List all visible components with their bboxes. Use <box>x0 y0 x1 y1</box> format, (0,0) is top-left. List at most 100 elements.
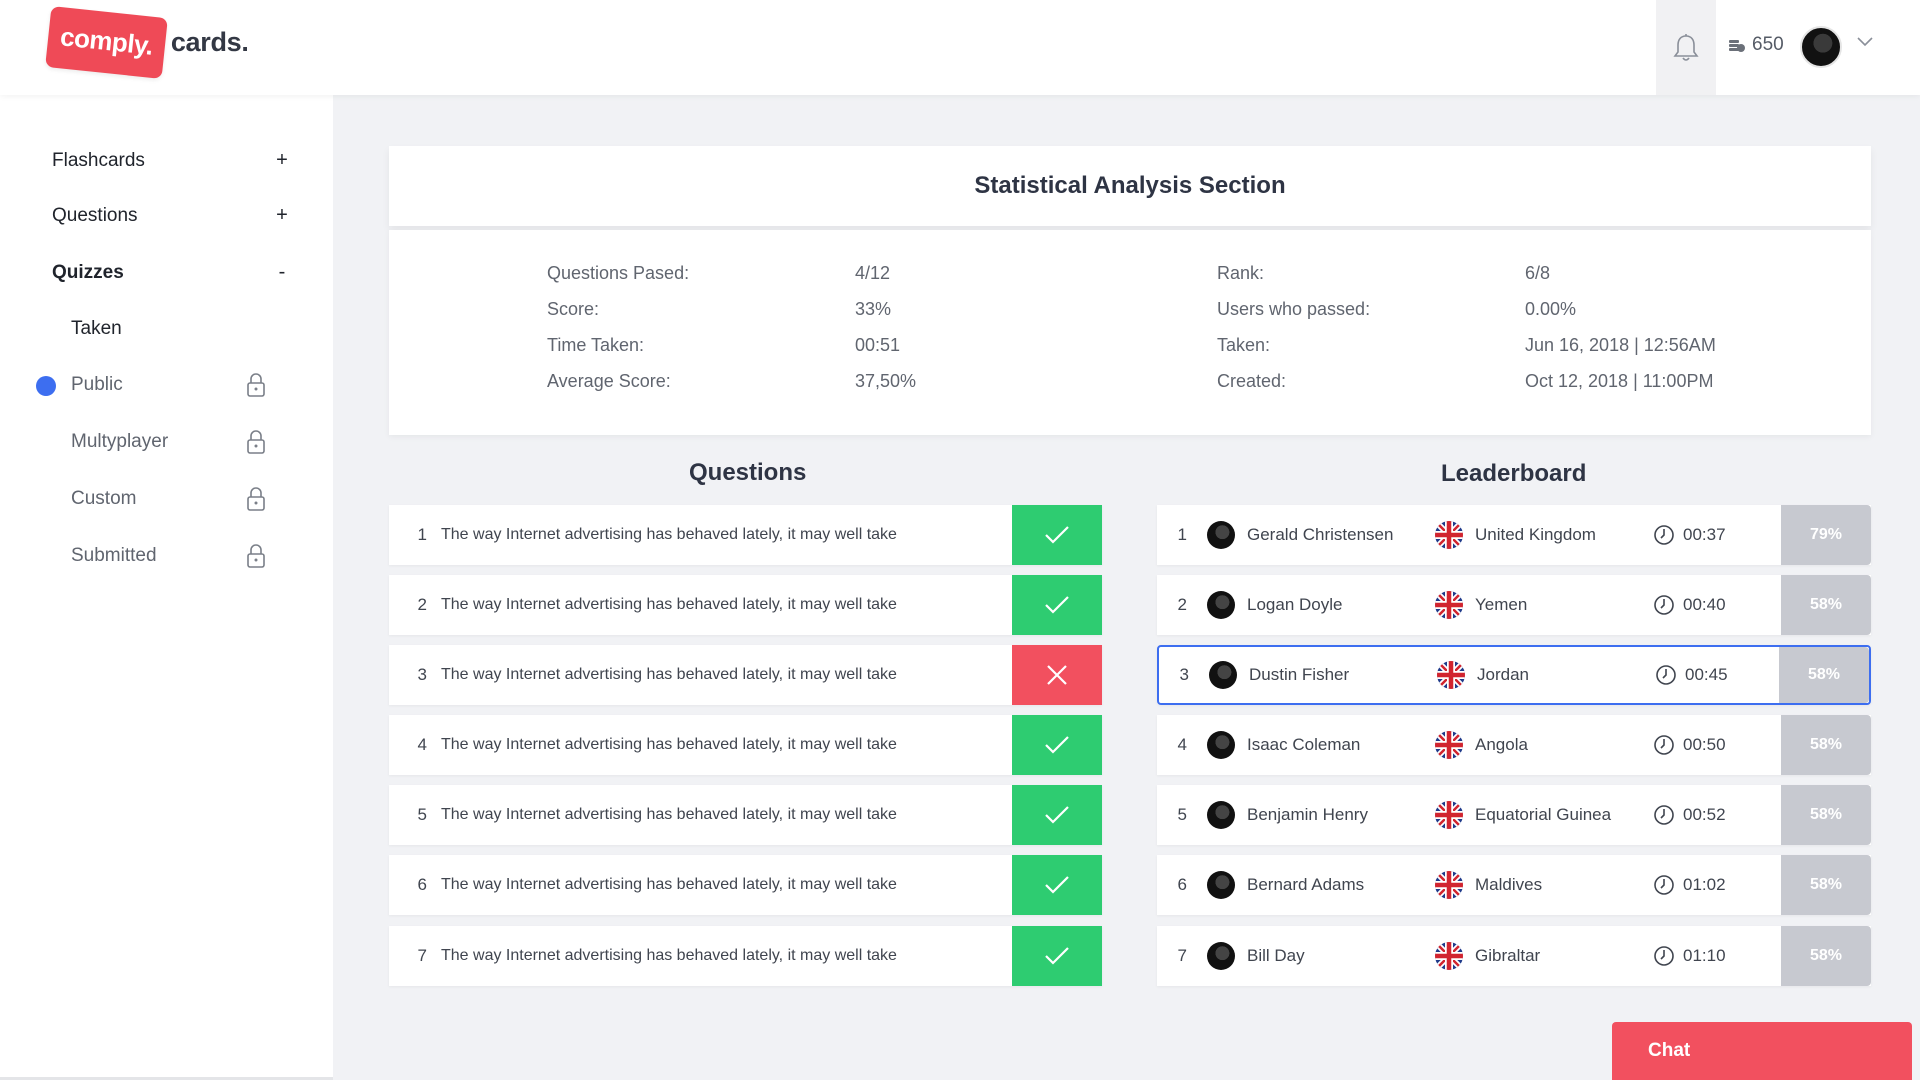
rank-number: 5 <box>1177 805 1187 824</box>
player-name: Isaac Coleman <box>1247 735 1361 754</box>
logo-badge: comply. <box>45 6 168 79</box>
player-time: 00:52 <box>1683 805 1726 824</box>
question-number: 2 <box>417 595 427 614</box>
score-badge: 58% <box>1779 647 1869 703</box>
sidebar-subitem-submitted[interactable]: Submitted <box>71 543 266 569</box>
collapse-toggle[interactable]: - <box>272 261 292 284</box>
incorrect-badge <box>1012 645 1102 705</box>
sidebar-item-flashcards[interactable]: Flashcards + <box>52 149 292 172</box>
check-icon <box>1045 806 1069 824</box>
flag-icon <box>1435 871 1463 899</box>
score-badge: 58% <box>1781 575 1871 635</box>
leaderboard-row[interactable]: 6 Bernard Adams Maldives 01:02 58% <box>1157 855 1871 915</box>
clock-icon <box>1653 945 1675 967</box>
question-text: The way Internet advertising has behaved… <box>441 736 897 753</box>
sidebar-subitem-public[interactable]: Public <box>71 372 266 398</box>
sidebar: Flashcards + Questions + Quizzes - Taken… <box>0 95 333 1080</box>
player-name: Bill Day <box>1247 946 1305 965</box>
sidebar-subitem-label: Multyplayer <box>71 431 169 452</box>
check-icon <box>1045 876 1069 894</box>
flag-icon <box>1435 521 1463 549</box>
question-row[interactable]: 2 The way Internet advertising has behav… <box>389 575 1102 635</box>
stat-label: Time Taken: <box>547 335 645 355</box>
question-row[interactable]: 7 The way Internet advertising has behav… <box>389 926 1102 986</box>
question-text: The way Internet advertising has behaved… <box>441 526 897 543</box>
avatar <box>1207 942 1235 970</box>
stats-panel: Questions Pased: 4/12 Score: 33% Time Ta… <box>389 230 1871 435</box>
clock-icon <box>1653 804 1675 826</box>
player-country: Yemen <box>1475 595 1528 614</box>
sidebar-item-questions[interactable]: Questions + <box>52 204 292 227</box>
stat-value: 00:51 <box>855 335 901 355</box>
check-icon <box>1045 526 1069 544</box>
coin-stack-icon <box>1729 40 1745 52</box>
leaderboard-row[interactable]: 1 Gerald Christensen United Kingdom 00:37 79… <box>1157 505 1871 565</box>
expand-toggle[interactable]: + <box>272 204 292 227</box>
player-time: 00:45 <box>1685 665 1728 684</box>
score-badge: 79% <box>1781 505 1871 565</box>
player-country: United Kingdom <box>1475 525 1596 544</box>
score-badge: 58% <box>1781 715 1871 775</box>
expand-toggle[interactable]: + <box>272 149 292 172</box>
player-name: Bernard Adams <box>1247 875 1365 894</box>
question-text: The way Internet advertising has behaved… <box>441 596 897 613</box>
player-country: Equatorial Guinea <box>1475 805 1612 824</box>
avatar <box>1207 521 1235 549</box>
lock-icon <box>247 544 265 568</box>
chat-button[interactable]: Chat <box>1612 1022 1912 1080</box>
close-icon <box>1047 665 1067 685</box>
player-country: Maldives <box>1475 875 1543 894</box>
sidebar-item-label: Quizzes <box>52 261 124 283</box>
logo[interactable]: comply. cards. <box>45 6 249 79</box>
leaderboard-row[interactable]: 3 Dustin Fisher Jordan 00:45 58% <box>1157 645 1871 705</box>
question-text: The way Internet advertising has behaved… <box>441 806 897 823</box>
lock-icon <box>247 373 265 397</box>
player-time: 01:02 <box>1683 875 1726 894</box>
stat-value: 0.00% <box>1525 299 1577 319</box>
player-country: Angola <box>1475 735 1528 754</box>
score-badge: 58% <box>1781 785 1871 845</box>
avatar <box>1207 801 1235 829</box>
sidebar-subitem-multyplayer[interactable]: Multyplayer <box>71 429 266 455</box>
question-row[interactable]: 3 The way Internet advertising has behav… <box>389 645 1102 705</box>
correct-badge <box>1012 785 1102 845</box>
flag-icon <box>1435 942 1463 970</box>
sidebar-subitem-custom[interactable]: Custom <box>71 486 266 512</box>
question-number: 6 <box>417 875 427 894</box>
leaderboard-row[interactable]: 7 Bill Day Gibraltar 01:10 58% <box>1157 926 1871 986</box>
lock-icon <box>247 430 265 454</box>
sidebar-subitem-taken[interactable]: Taken <box>71 318 266 340</box>
notifications-button[interactable] <box>1656 0 1716 95</box>
logo-text: cards. <box>170 27 249 57</box>
flag-icon <box>1435 801 1463 829</box>
clock-icon <box>1653 734 1675 756</box>
player-country: Jordan <box>1477 665 1529 684</box>
score-badge: 58% <box>1781 855 1871 915</box>
correct-badge <box>1012 855 1102 915</box>
question-number: 7 <box>417 946 427 965</box>
clock-icon <box>1653 594 1675 616</box>
sidebar-item-quizzes[interactable]: Quizzes - <box>52 261 292 284</box>
leaderboard-row[interactable]: 5 Benjamin Henry Equatorial Guinea 00:52 58% <box>1157 785 1871 845</box>
check-icon <box>1045 947 1069 965</box>
check-icon <box>1045 736 1069 754</box>
sidebar-subitem-label: Public <box>71 374 123 395</box>
question-row[interactable]: 6 The way Internet advertising has behav… <box>389 855 1102 915</box>
stat-value: 33% <box>855 299 892 319</box>
coin-count: 650 <box>1752 34 1784 55</box>
chevron-down-icon[interactable] <box>1856 36 1874 48</box>
question-row[interactable]: 4 The way Internet advertising has behav… <box>389 715 1102 775</box>
stat-value: 4/12 <box>855 263 891 283</box>
sidebar-subitem-label: Taken <box>71 318 122 339</box>
user-avatar[interactable] <box>1800 26 1842 68</box>
clock-icon <box>1653 524 1675 546</box>
leaderboard-row[interactable]: 2 Logan Doyle Yemen 00:40 58% <box>1157 575 1871 635</box>
question-row[interactable]: 1 The way Internet advertising has behav… <box>389 505 1102 565</box>
leaderboard-row[interactable]: 4 Isaac Coleman Angola 00:50 58% <box>1157 715 1871 775</box>
question-row[interactable]: 5 The way Internet advertising has behav… <box>389 785 1102 845</box>
player-country: Gibraltar <box>1475 946 1541 965</box>
rank-number: 1 <box>1177 525 1187 544</box>
question-text: The way Internet advertising has behaved… <box>441 876 897 893</box>
correct-badge <box>1012 715 1102 775</box>
question-text: The way Internet advertising has behaved… <box>441 666 897 683</box>
